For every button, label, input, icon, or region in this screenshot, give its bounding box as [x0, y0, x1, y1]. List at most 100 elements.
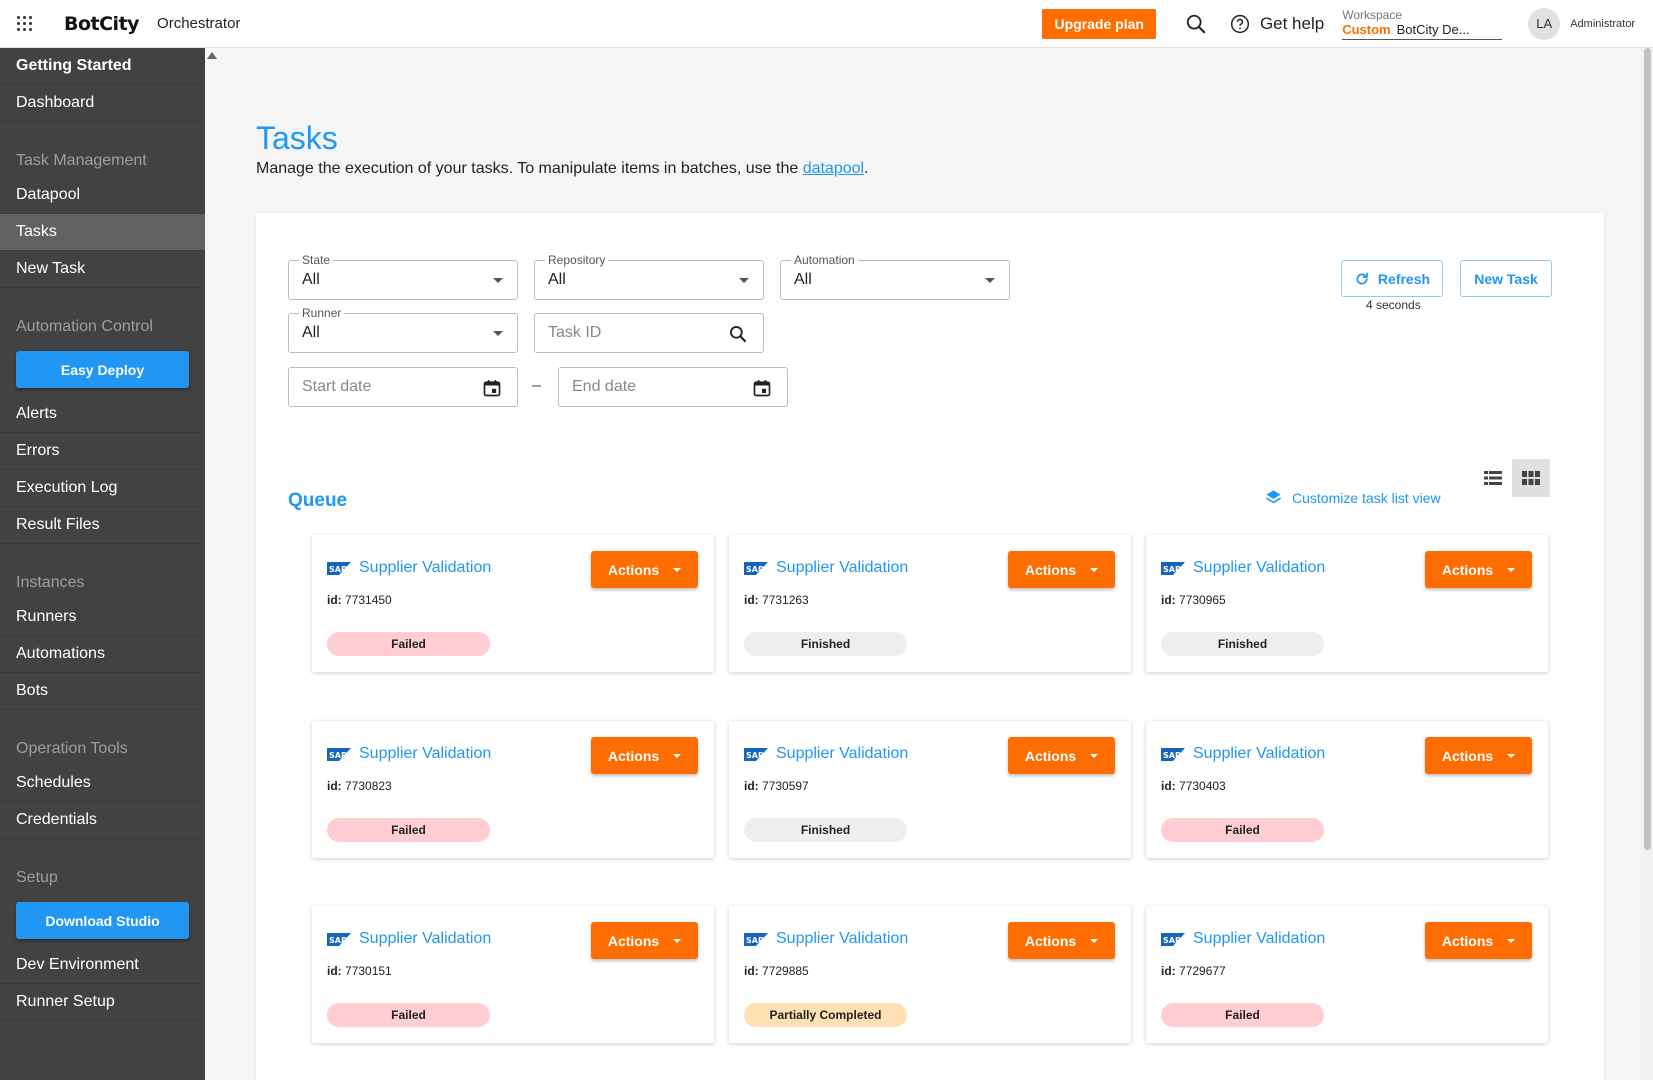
sidebar-item-getting-started[interactable]: Getting Started [0, 48, 205, 85]
task-title[interactable]: Supplier Validation [359, 930, 491, 948]
get-help-button[interactable]: Get help [1228, 12, 1324, 36]
task-title[interactable]: Supplier Validation [776, 745, 908, 763]
state-select[interactable]: State All [288, 253, 518, 300]
sidebar-item-automations[interactable]: Automations [0, 636, 205, 673]
task-id-prefix: id: [327, 964, 342, 978]
task-title[interactable]: Supplier Validation [1193, 559, 1325, 577]
status-badge: Failed [1161, 1003, 1324, 1027]
task-id-value: 7729677 [1179, 964, 1226, 978]
sidebar-item-errors[interactable]: Errors [0, 433, 205, 470]
task-card[interactable]: SAP Supplier Validation id: 7731450 Actions… [312, 535, 714, 672]
botcity-logo[interactable]: BotCity [64, 13, 140, 35]
avatar[interactable]: LA [1528, 7, 1561, 40]
automation-select[interactable]: Automation All [780, 253, 1010, 300]
sidebar-item-runner-setup[interactable]: Runner Setup [0, 984, 205, 1021]
task-card[interactable]: SAP Supplier Validation id: 7729885 Actions… [729, 906, 1131, 1043]
task-title[interactable]: Supplier Validation [776, 930, 908, 948]
grid-view-icon[interactable] [1512, 459, 1550, 497]
task-card[interactable]: SAP Supplier Validation id: 7730403 Actions… [1146, 721, 1548, 858]
sidebar-item-dashboard[interactable]: Dashboard [0, 85, 205, 122]
status-badge: Failed [1161, 818, 1324, 842]
actions-button[interactable]: Actions [1008, 551, 1115, 588]
search-icon[interactable] [1184, 12, 1208, 36]
calendar-icon[interactable] [751, 377, 773, 399]
task-title[interactable]: Supplier Validation [776, 559, 908, 577]
sidebar-item-new-task[interactable]: New Task [0, 251, 205, 288]
upgrade-plan-button[interactable]: Upgrade plan [1042, 8, 1156, 39]
apps-grid-icon[interactable] [0, 0, 48, 48]
task-title[interactable]: Supplier Validation [1193, 745, 1325, 763]
svg-text:SAP: SAP [1163, 936, 1181, 945]
actions-button[interactable]: Actions [1425, 922, 1532, 959]
actions-button[interactable]: Actions [1008, 922, 1115, 959]
sap-logo-icon: SAP [744, 933, 768, 951]
task-title[interactable]: Supplier Validation [359, 559, 491, 577]
status-badge: Finished [744, 818, 907, 842]
actions-button[interactable]: Actions [1425, 551, 1532, 588]
sidebar-item-credentials[interactable]: Credentials [0, 802, 205, 839]
search-icon[interactable] [727, 323, 749, 345]
actions-label: Actions [607, 561, 660, 578]
actions-button[interactable]: Actions [591, 551, 698, 588]
runner-select[interactable]: Runner All [288, 306, 518, 353]
end-date-input[interactable]: End date [558, 367, 788, 407]
actions-button[interactable]: Actions [1425, 737, 1532, 774]
task-id-value: 7730965 [1179, 593, 1226, 607]
new-task-button[interactable]: New Task [1460, 260, 1552, 297]
task-card[interactable]: SAP Supplier Validation id: 7730823 Actions… [312, 721, 714, 858]
refresh-icon [1354, 271, 1370, 287]
svg-text:SAP: SAP [329, 565, 347, 574]
customize-task-list-button[interactable]: Customize task list view [1265, 489, 1441, 506]
workspace-selector[interactable]: Workspace Custom BotCity De... [1342, 8, 1503, 40]
repository-select[interactable]: Repository All [534, 253, 764, 300]
task-id: id: 7730823 [327, 779, 392, 793]
task-card[interactable]: SAP Supplier Validation id: 7730965 Actions… [1146, 535, 1548, 672]
svg-text:SAP: SAP [329, 936, 347, 945]
sidebar-item-datapool[interactable]: Datapool [0, 177, 205, 214]
chevron-down-icon [493, 278, 503, 283]
task-card[interactable]: SAP Supplier Validation id: 7730597 Actions… [729, 721, 1131, 858]
calendar-icon[interactable] [481, 377, 503, 399]
task-card[interactable]: SAP Supplier Validation id: 7731263 Actions… [729, 535, 1131, 672]
refresh-button[interactable]: Refresh [1341, 260, 1443, 297]
list-view-icon[interactable] [1474, 459, 1512, 497]
sidebar-item-result-files[interactable]: Result Files [0, 507, 205, 544]
scroll-up-arrow-icon[interactable] [207, 52, 217, 59]
task-title[interactable]: Supplier Validation [359, 745, 491, 763]
task-card[interactable]: SAP Supplier Validation id: 7730151 Actions… [312, 906, 714, 1043]
app-name: Orchestrator [157, 15, 241, 32]
task-id-value: 7730151 [345, 964, 392, 978]
actions-button[interactable]: Actions [591, 922, 698, 959]
download-studio-button[interactable]: Download Studio [16, 902, 189, 939]
easy-deploy-button[interactable]: Easy Deploy [16, 351, 189, 388]
chevron-down-icon [673, 567, 682, 572]
task-id-input[interactable]: Task ID [534, 313, 764, 353]
sidebar-item-dev-environment[interactable]: Dev Environment [0, 947, 205, 984]
vertical-scrollbar[interactable] [1641, 48, 1653, 1080]
actions-button[interactable]: Actions [591, 737, 698, 774]
sidebar-section-instances: Instances [16, 574, 85, 591]
actions-label: Actions [1441, 747, 1494, 764]
start-date-input[interactable]: Start date [288, 367, 518, 407]
sidebar-item-execution-log[interactable]: Execution Log [0, 470, 205, 507]
task-title[interactable]: Supplier Validation [1193, 930, 1325, 948]
workspace-name: BotCity De... [1396, 21, 1470, 37]
status-badge: Finished [744, 632, 907, 656]
sidebar-item-alerts[interactable]: Alerts [0, 396, 205, 433]
sidebar-section-automation-control: Automation Control [16, 318, 153, 335]
datapool-link[interactable]: datapool [803, 160, 864, 177]
status-badge: Finished [1161, 632, 1324, 656]
svg-text:SAP: SAP [1163, 751, 1181, 760]
task-id: id: 7729885 [744, 964, 809, 978]
sidebar-item-schedules[interactable]: Schedules [0, 765, 205, 802]
task-card[interactable]: SAP Supplier Validation id: 7729677 Actions… [1146, 906, 1548, 1043]
chevron-down-icon [1507, 567, 1516, 572]
actions-label: Actions [607, 747, 660, 764]
actions-button[interactable]: Actions [1008, 737, 1115, 774]
sidebar-item-runners[interactable]: Runners [0, 599, 205, 636]
sidebar-item-tasks[interactable]: Tasks [0, 214, 205, 251]
chevron-down-icon [673, 938, 682, 943]
automation-label: Automation [791, 253, 858, 267]
actions-label: Actions [1441, 561, 1494, 578]
sidebar-item-bots[interactable]: Bots [0, 673, 205, 710]
